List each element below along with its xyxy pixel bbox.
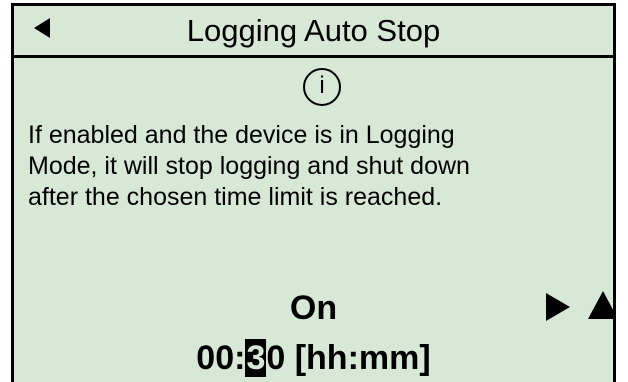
state-value[interactable]: On — [14, 289, 613, 327]
device-screen: Logging Auto Stop i If enabled and the d… — [11, 3, 616, 382]
time-prefix: 00: — [196, 339, 246, 377]
info-message: If enabled and the device is in Logging … — [28, 120, 613, 213]
right-arrow-icon[interactable] — [546, 293, 570, 321]
info-message-line-3: after the chosen time limit is reached. — [28, 183, 443, 211]
header-bar: Logging Auto Stop — [14, 6, 613, 58]
page-title: Logging Auto Stop — [186, 13, 441, 48]
info-icon: i — [303, 68, 341, 106]
info-message-line-1: If enabled and the device is in Logging — [28, 121, 455, 149]
info-message-line-2: Mode, it will stop logging and shut down — [28, 152, 470, 180]
time-cursor-digit[interactable]: 3 — [245, 339, 267, 377]
up-arrow-icon[interactable] — [588, 291, 613, 319]
time-limit-field[interactable]: 00:30 [hh:mm] — [14, 338, 613, 378]
time-suffix: 0 [hh:mm] — [266, 339, 431, 377]
